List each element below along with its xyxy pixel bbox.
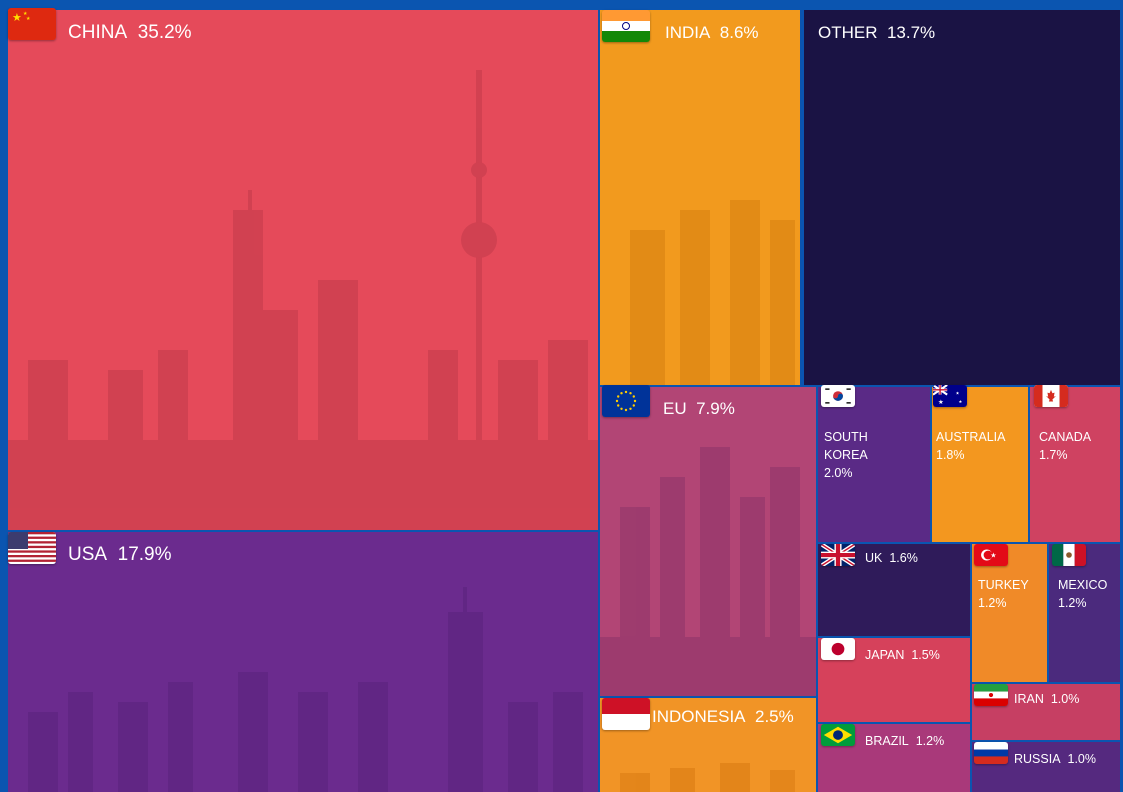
frankfurt-skyline-icon	[600, 447, 816, 696]
svg-text:★: ★	[990, 552, 996, 560]
svg-text:★: ★	[959, 399, 963, 404]
treemap-tile-india	[600, 10, 800, 385]
svg-text:★: ★	[938, 399, 944, 406]
series-name-china: CHINA	[68, 22, 128, 43]
series-value-south-korea: 2.0%	[824, 466, 853, 480]
treemap-tile-other	[804, 10, 1120, 385]
eu-flag-icon	[602, 385, 650, 417]
treemap-chart: CHINA 35.2% ★ ★ ★ USA 17.9% INDIA 8.6% OTHER…	[0, 0, 1123, 792]
treemap-label-iran: IRAN 1.0%	[1014, 690, 1079, 708]
mumbai-skyline-icon	[630, 200, 795, 385]
treemap-tile-usa	[8, 532, 598, 792]
treemap-label-eu: EU 7.9%	[663, 398, 735, 420]
australia-flag-icon: ★ ★ ★	[933, 385, 967, 407]
iran-flag-icon	[974, 684, 1008, 706]
series-value-uk: 1.6%	[889, 551, 918, 565]
treemap-tile-eu	[600, 387, 816, 696]
series-name-russia: RUSSIA	[1014, 752, 1061, 766]
china-flag-icon: ★ ★ ★	[8, 8, 56, 40]
svg-text:★: ★	[956, 391, 960, 396]
series-value-russia: 1.0%	[1067, 752, 1097, 766]
treemap-label-uk: UK 1.6%	[865, 549, 918, 567]
treemap-label-russia: RUSSIA 1.0%	[1014, 750, 1096, 768]
treemap-label-turkey: TURKEY 1.2%	[978, 576, 1048, 612]
treemap-label-mexico: MEXICO 1.2%	[1058, 576, 1120, 612]
series-name-iran: IRAN	[1014, 692, 1044, 706]
series-value-mexico: 1.2%	[1058, 596, 1087, 610]
series-value-turkey: 1.2%	[978, 596, 1007, 610]
new-york-skyline-icon	[28, 587, 583, 792]
shanghai-skyline-icon	[8, 70, 598, 530]
treemap-label-other: OTHER 13.7%	[818, 22, 935, 44]
svg-text:★: ★	[12, 12, 22, 24]
canada-flag-icon	[1034, 385, 1068, 407]
treemap-label-brazil: BRAZIL 1.2%	[865, 732, 944, 750]
series-name-eu: EU	[663, 399, 687, 418]
series-value-australia: 1.8%	[936, 448, 965, 462]
mexico-flag-icon	[1052, 544, 1086, 566]
treemap-tile-australia	[932, 387, 1028, 542]
treemap-label-india: INDIA 8.6%	[665, 22, 759, 44]
series-value-usa: 17.9%	[117, 544, 172, 565]
series-value-brazil: 1.2%	[915, 734, 945, 748]
treemap-label-canada: CANADA 1.7%	[1039, 428, 1119, 464]
south-korea-flag-icon	[821, 385, 855, 407]
series-value-indonesia: 2.5%	[754, 707, 794, 726]
series-name-canada: CANADA	[1039, 430, 1092, 444]
treemap-label-japan: JAPAN 1.5%	[865, 646, 940, 664]
uk-flag-icon	[821, 544, 855, 566]
series-name-brazil: BRAZIL	[865, 734, 909, 748]
series-name-indonesia: INDONESIA	[652, 707, 746, 726]
series-name-other: OTHER	[818, 23, 878, 42]
series-value-iran: 1.0%	[1050, 692, 1080, 706]
series-name-turkey: TURKEY	[978, 578, 1029, 592]
treemap-label-usa: USA 17.9%	[68, 544, 172, 566]
series-name-japan: JAPAN	[865, 648, 905, 662]
series-value-other: 13.7%	[886, 23, 936, 42]
series-name-australia: AUSTRALIA	[936, 430, 1006, 444]
indonesia-flag-icon	[602, 698, 650, 730]
india-flag-icon	[602, 10, 650, 42]
series-value-india: 8.6%	[719, 23, 759, 42]
series-name-uk: UK	[865, 551, 883, 565]
brazil-flag-icon	[821, 724, 855, 746]
series-name-south-korea: SOUTH KOREA	[824, 430, 868, 462]
treemap-tile-china	[8, 10, 598, 530]
treemap-label-australia: AUSTRALIA 1.8%	[936, 428, 1028, 464]
series-value-japan: 1.5%	[911, 648, 940, 662]
series-name-usa: USA	[68, 544, 108, 565]
usa-flag-icon	[8, 532, 56, 564]
turkey-flag-icon: ★	[974, 544, 1008, 566]
series-value-china: 35.2%	[137, 22, 192, 43]
series-value-eu: 7.9%	[696, 399, 735, 418]
series-name-mexico: MEXICO	[1058, 578, 1108, 592]
treemap-label-china: CHINA 35.2%	[68, 22, 192, 44]
treemap-tile-canada	[1030, 387, 1120, 542]
svg-text:★: ★	[26, 16, 31, 22]
russia-flag-icon	[974, 742, 1008, 764]
treemap-label-indonesia: INDONESIA 2.5%	[652, 706, 794, 728]
series-name-india: INDIA	[665, 23, 711, 42]
treemap-label-south-korea: SOUTH KOREA 2.0%	[824, 428, 912, 482]
japan-flag-icon	[821, 638, 855, 660]
series-value-canada: 1.7%	[1039, 448, 1068, 462]
